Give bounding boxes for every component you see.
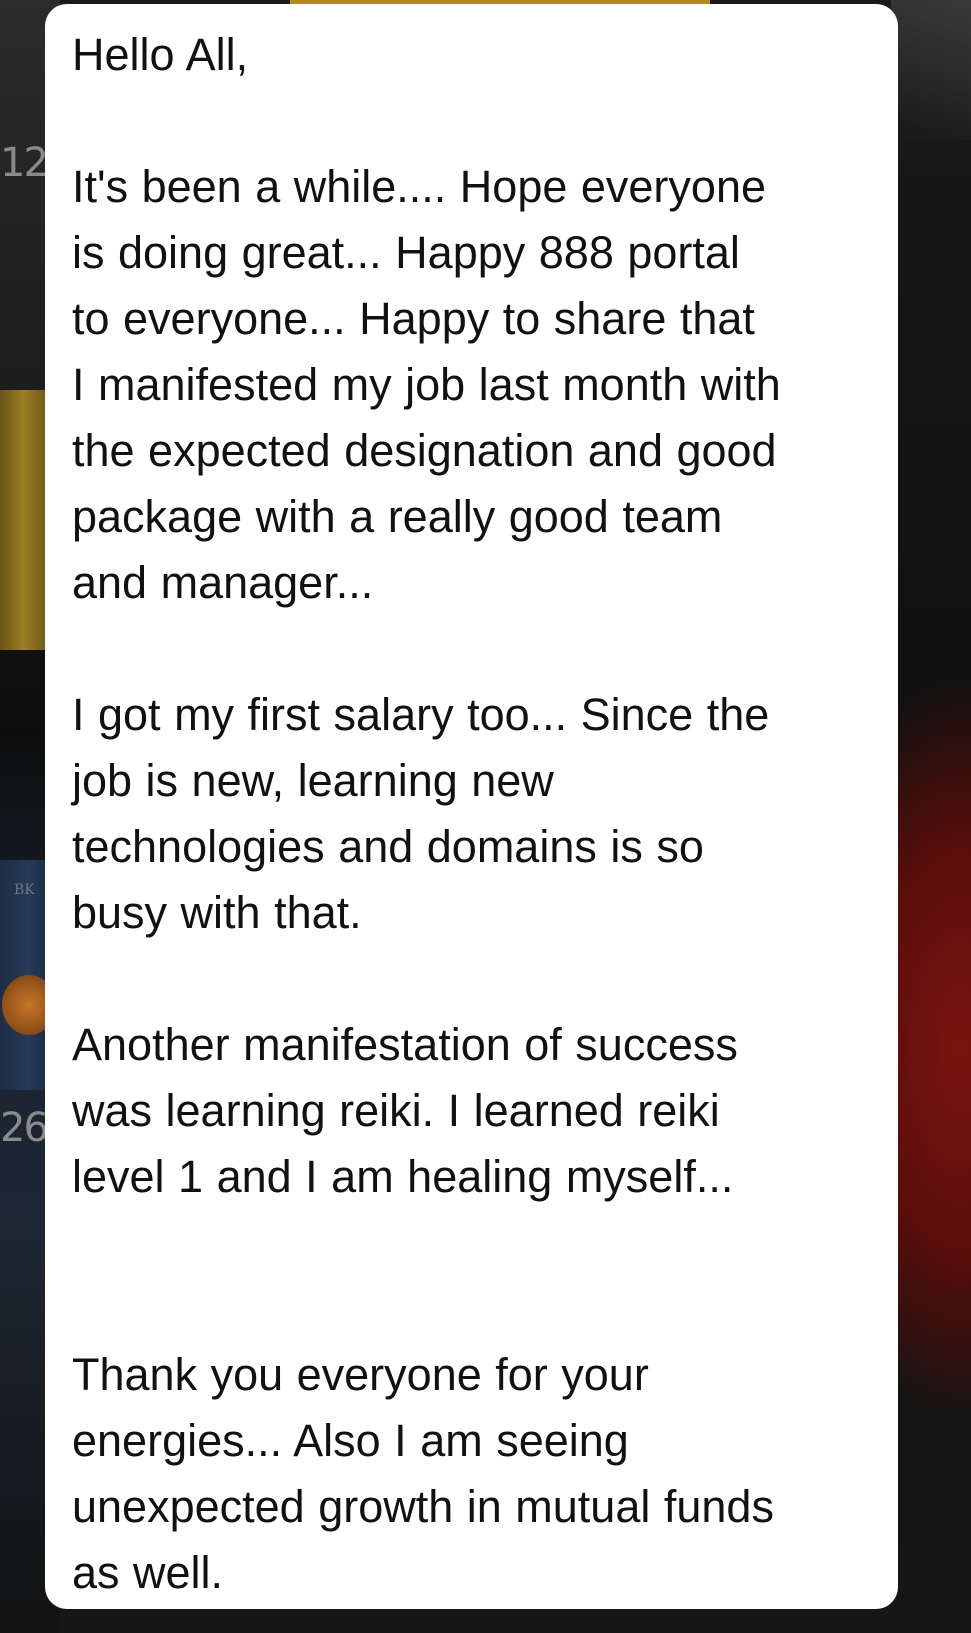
message-greeting: Hello All, <box>72 29 249 80</box>
message-paragraph: Another manifestation of success was lea… <box>72 1019 738 1202</box>
message-paragraph: I got my first salary too... Since the j… <box>72 689 770 938</box>
corner-shadow <box>891 0 971 140</box>
message-card: Hello All, It's been a while.... Hope ev… <box>45 4 898 1609</box>
message-paragraph: It's been a while.... Hope everyone is d… <box>72 161 781 608</box>
message-paragraph: Thank you everyone for your energies... … <box>72 1349 774 1598</box>
book-spine-label: BK <box>14 882 35 898</box>
